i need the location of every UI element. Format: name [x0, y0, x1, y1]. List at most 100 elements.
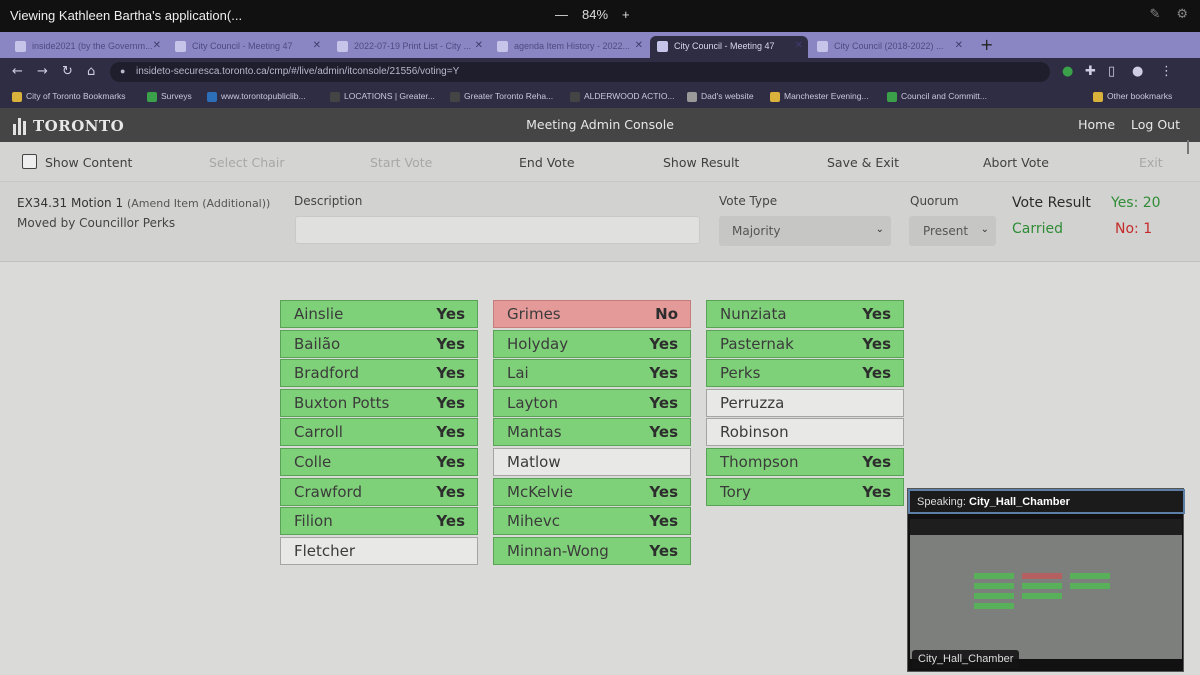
councillor-name: Nunziata [720, 305, 787, 323]
councillor-vote-row[interactable]: Colle Yes [280, 447, 478, 476]
save-exit-button[interactable]: Save & Exit [827, 155, 899, 170]
councillor-vote-row[interactable]: Perruzza [706, 388, 904, 417]
motion-id: EX34.31 Motion 1 (Amend Item (Additional… [17, 196, 270, 210]
home-link[interactable]: Home [1078, 117, 1115, 132]
profile-icon[interactable]: ● [1132, 64, 1143, 79]
bookmark-item[interactable]: Dad's website [687, 91, 754, 102]
address-bar[interactable]: ● insideto-securesca.toronto.ca/cmp/#/li… [110, 62, 1050, 82]
exit-button[interactable]: Exit [1139, 155, 1163, 170]
yes-count: Yes: 20 [1111, 195, 1161, 211]
show-content-label[interactable]: Show Content [45, 155, 132, 170]
logout-link[interactable]: Log Out [1131, 117, 1180, 132]
close-icon[interactable]: ✕ [475, 40, 483, 51]
bookmark-item[interactable]: Council and Committ... [887, 91, 987, 102]
motion-number: EX34.31 Motion 1 [17, 196, 124, 210]
bookmark-label: City of Toronto Bookmarks [26, 91, 126, 101]
councillor-vote-row[interactable]: Crawford Yes [280, 477, 478, 506]
councillor-vote-row[interactable]: Carroll Yes [280, 418, 478, 447]
bookmark-item[interactable]: Manchester Evening... [770, 91, 869, 102]
bookmark-item[interactable]: Other bookmarks [1093, 91, 1172, 102]
councillor-vote-row[interactable]: Minnan-Wong Yes [493, 536, 691, 565]
councillor-vote-row[interactable]: McKelvie Yes [493, 477, 691, 506]
councillor-vote-row[interactable]: Nunziata Yes [706, 300, 904, 328]
councillor-vote-row[interactable]: Tory Yes [706, 477, 904, 506]
councillor-name: Carroll [294, 423, 343, 442]
menu-icon[interactable]: ⋮ [1160, 64, 1173, 79]
councillor-vote-row[interactable]: Grimes No [493, 300, 691, 328]
close-icon[interactable]: ✕ [955, 40, 963, 51]
forward-icon[interactable]: → [37, 64, 48, 79]
bookmark-item[interactable]: Surveys [147, 91, 192, 102]
bookmark-item[interactable]: ALDERWOOD ACTIO... [570, 91, 675, 102]
thumbnail-cell [1022, 593, 1062, 599]
select-chair-button[interactable]: Select Chair [209, 155, 284, 170]
show-result-button[interactable]: Show Result [663, 155, 739, 170]
councillor-vote-row[interactable]: Bailão Yes [280, 329, 478, 358]
councillor-name: Mihevc [507, 512, 560, 531]
browser-tab[interactable]: 2022-07-19 Print List - City ... ✕ [330, 36, 488, 58]
quorum-select[interactable]: Present ⌄ [909, 216, 996, 246]
councillor-name: Bradford [294, 364, 360, 383]
settings-icon[interactable]: ⚙ [1176, 7, 1188, 22]
browser-tab[interactable]: City Council - Meeting 47 ✕ [168, 36, 326, 58]
new-tab-button[interactable]: + [980, 35, 993, 54]
home-icon[interactable]: ⌂ [87, 64, 95, 79]
vote-type-select[interactable]: Majority ⌄ [719, 216, 891, 246]
councillor-vote-row[interactable]: Filion Yes [280, 507, 478, 536]
councillor-vote-row[interactable]: Mihevc Yes [493, 507, 691, 536]
tab-favicon-icon [657, 41, 668, 52]
close-icon[interactable]: ✕ [153, 40, 161, 51]
councillor-vote-row[interactable]: Thompson Yes [706, 447, 904, 476]
councillor-vote-row[interactable]: Pasternak Yes [706, 329, 904, 358]
councillor-vote-row[interactable]: Fletcher [280, 536, 478, 565]
start-vote-button[interactable]: Start Vote [370, 155, 432, 170]
sidebar-icon[interactable]: ▯ [1108, 64, 1115, 79]
description-input[interactable] [295, 216, 700, 244]
councillor-vote-row[interactable]: Matlow [493, 447, 691, 476]
councillor-vote-row[interactable]: Mantas Yes [493, 418, 691, 447]
lock-icon: ● [120, 66, 126, 76]
councillor-vote-row[interactable]: Ainslie Yes [280, 300, 478, 328]
bookmark-label: Dad's website [701, 91, 754, 101]
browser-tab[interactable]: inside2021 (by the Governm... ✕ [8, 36, 166, 58]
bookmark-item[interactable]: LOCATIONS | Greater... [330, 91, 435, 102]
zoom-out-button[interactable]: — [555, 7, 568, 22]
puzzle-icon[interactable]: ✚ [1085, 64, 1096, 79]
bookmark-item[interactable]: City of Toronto Bookmarks [12, 91, 126, 102]
bookmark-icon [1093, 92, 1103, 102]
councillor-name: Bailão [294, 334, 341, 353]
back-icon[interactable]: ← [12, 64, 23, 79]
councillor-name: Layton [507, 393, 558, 412]
show-content-checkbox[interactable] [22, 154, 37, 169]
close-icon[interactable]: ✕ [313, 40, 321, 51]
zoom-in-button[interactable]: + [622, 7, 630, 22]
abort-vote-button[interactable]: Abort Vote [983, 155, 1049, 170]
councillor-vote-row[interactable]: Layton Yes [493, 388, 691, 417]
annotate-icon[interactable]: ✎ [1149, 7, 1160, 22]
tab-label: City Council (2018-2022) ... [834, 41, 944, 51]
reload-icon[interactable]: ↻ [62, 64, 73, 79]
browser-tab[interactable]: agenda Item History - 2022... ✕ [490, 36, 648, 58]
councillor-vote-row[interactable]: Buxton Potts Yes [280, 388, 478, 417]
councillor-vote-row[interactable]: Lai Yes [493, 359, 691, 388]
browser-tab[interactable]: City Council - Meeting 47 ✕ [650, 36, 808, 58]
browser-tab[interactable]: City Council (2018-2022) ... ✕ [810, 36, 968, 58]
vote-value: Yes [649, 423, 678, 442]
speaking-label: Speaking: City_Hall_Chamber [908, 489, 1185, 514]
vote-column-2: Grimes No Holyday Yes Lai Yes Layton Yes Mantas Y… [493, 300, 691, 566]
councillor-vote-row[interactable]: Perks Yes [706, 359, 904, 388]
councillor-vote-row[interactable]: Bradford Yes [280, 359, 478, 388]
bookmark-item[interactable]: www.torontopubliclib... [207, 91, 306, 102]
close-icon[interactable]: ✕ [635, 40, 643, 51]
councillor-vote-row[interactable]: Robinson [706, 418, 904, 447]
bookmark-label: Manchester Evening... [784, 91, 869, 101]
bookmark-item[interactable]: Greater Toronto Reha... [450, 91, 553, 102]
councillor-vote-row[interactable]: Holyday Yes [493, 329, 691, 358]
extension-icon[interactable]: ● [1062, 64, 1073, 79]
councillor-name: Ainslie [294, 305, 344, 323]
vote-value: Yes [436, 482, 465, 501]
chevron-down-icon: ⌄ [980, 224, 989, 235]
close-icon[interactable]: ✕ [795, 40, 803, 51]
end-vote-button[interactable]: End Vote [519, 155, 575, 170]
scrollbar[interactable] [1187, 140, 1189, 154]
